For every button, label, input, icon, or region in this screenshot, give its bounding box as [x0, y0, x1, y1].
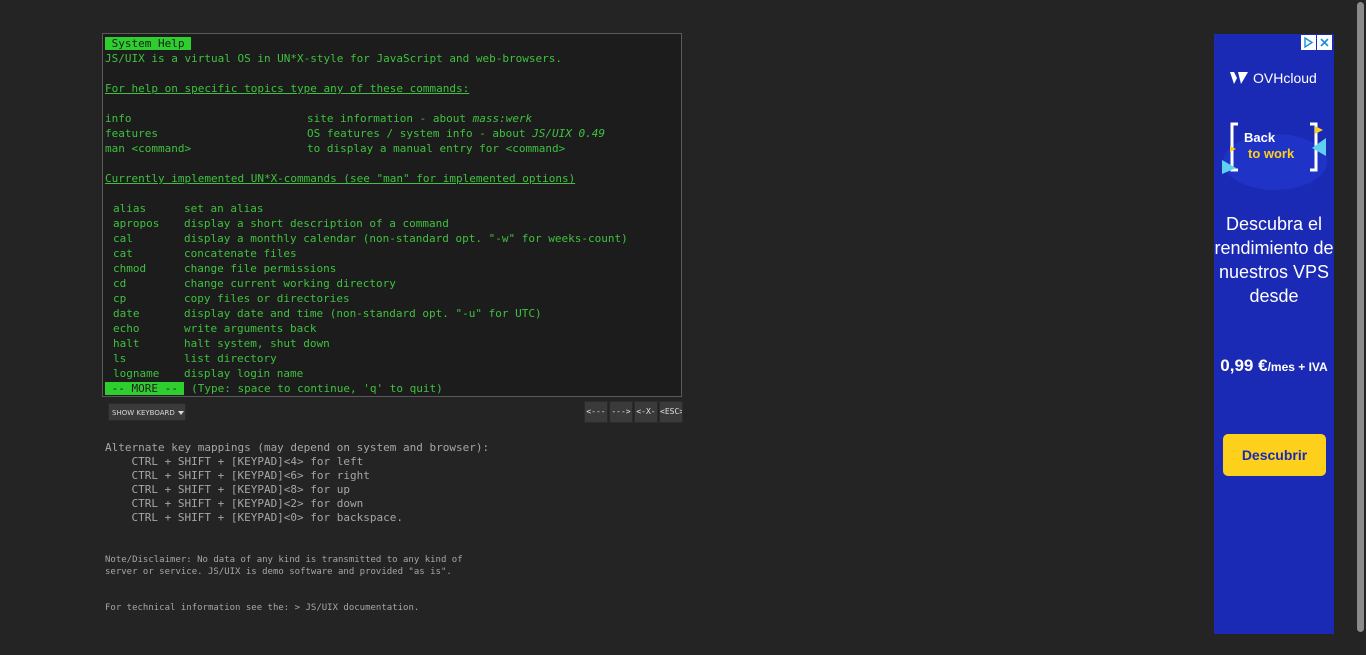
- page-scrollbar[interactable]: [1356, 0, 1366, 655]
- command-name: cd: [113, 277, 127, 290]
- command-name: date: [113, 307, 140, 320]
- documentation-link[interactable]: > JS/UIX documentation.: [295, 603, 420, 613]
- topic-command: man <command>: [105, 142, 192, 155]
- key-escape-button[interactable]: <ESC>: [659, 401, 683, 423]
- command-name: alias: [113, 202, 147, 215]
- more-hint: (Type: space to continue, 'q' to quit): [184, 382, 443, 395]
- ovh-logo-icon: [1230, 72, 1248, 84]
- ad-controls: [1301, 35, 1332, 50]
- command-name: ls: [113, 352, 127, 365]
- command-row: halt halt system, shut down: [105, 336, 679, 351]
- command-description: copy files or directories: [184, 292, 350, 305]
- command-row: echo write arguments back: [105, 321, 679, 336]
- adchoices-icon[interactable]: [1301, 35, 1316, 50]
- chevron-down-icon: [177, 411, 184, 415]
- topic-emphasis: JS/UIX 0.49: [532, 127, 606, 140]
- command-description: halt system, shut down: [184, 337, 330, 350]
- topic-row: man <command> to display a manual entry f…: [105, 141, 679, 156]
- disclaimer-text: Note/Disclaimer: No data of any kind is …: [105, 555, 463, 577]
- command-description: change file permissions: [184, 262, 337, 275]
- command-row: date display date and time (non-standard …: [105, 306, 679, 321]
- terminal-title: System Help: [105, 37, 192, 50]
- command-name: cat: [113, 247, 133, 260]
- command-row: logname display login name: [105, 366, 679, 381]
- topic-command: features: [105, 127, 158, 140]
- terminal-screen[interactable]: System Help JS/UIX is a virtual OS in UN…: [102, 33, 682, 397]
- scrollbar-thumb[interactable]: [1357, 2, 1364, 632]
- ad-brand-logo: OVHcloud: [1229, 70, 1317, 86]
- ad-visual: Back to work: [1220, 112, 1328, 192]
- ad-price: 0,99 €/mes + IVA: [1214, 356, 1334, 376]
- ad-brand-name: OVHcloud: [1253, 70, 1317, 86]
- terminal-intro: JS/UIX is a virtual OS in UN*X-style for…: [105, 52, 562, 65]
- commands-heading: Currently implemented UN*X-commands (see…: [105, 172, 576, 185]
- tech-info: For technical information see the: > JS/…: [105, 602, 419, 614]
- key-left-button[interactable]: <---: [584, 401, 608, 423]
- topic-description: to display a manual entry for <command>: [307, 142, 566, 155]
- command-description: concatenate files: [184, 247, 297, 260]
- topic-description: site information - about: [307, 112, 473, 125]
- more-prompt: -- MORE --: [105, 382, 185, 395]
- help-heading: For help on specific topics type any of …: [105, 82, 470, 95]
- command-description: display date and time (non-standard opt.…: [184, 307, 542, 320]
- command-row: cal display a monthly calendar (non-stand…: [105, 231, 679, 246]
- command-name: halt: [113, 337, 140, 350]
- topics-list: info site information - about mass:werk fe…: [105, 111, 679, 156]
- command-name: echo: [113, 322, 140, 335]
- tech-info-prefix: For technical information see the:: [105, 603, 295, 613]
- command-description: write arguments back: [184, 322, 317, 335]
- command-name: cal: [113, 232, 133, 245]
- command-description: list directory: [184, 352, 277, 365]
- command-description: display login name: [184, 367, 304, 380]
- ad-price-value: 0,99 €: [1220, 356, 1268, 375]
- ad-headline: Descubra el rendimiento de nuestros VPS …: [1214, 214, 1334, 306]
- key-mappings-text: Alternate key mappings (may depend on sy…: [105, 441, 490, 524]
- ad-visual-line1: Back: [1244, 130, 1276, 145]
- command-name: apropos: [113, 217, 160, 230]
- command-description: change current working directory: [184, 277, 396, 290]
- command-row: alias set an alias: [105, 201, 679, 216]
- show-keyboard-label: SHOW KEYBOARD: [112, 409, 175, 417]
- command-row: cp copy files or directories: [105, 291, 679, 306]
- show-keyboard-button[interactable]: SHOW KEYBOARD: [108, 403, 186, 421]
- close-icon[interactable]: [1317, 35, 1332, 50]
- advertisement-banner[interactable]: OVHcloud Back to work Descubra el rendim…: [1214, 34, 1334, 634]
- command-row: chmod change file permissions: [105, 261, 679, 276]
- ad-illustration-icon: Back to work: [1222, 122, 1327, 190]
- commands-list: alias set an alias apropos display a short …: [105, 201, 679, 381]
- topic-emphasis: mass:werk: [472, 112, 533, 125]
- ad-visual-line2: to work: [1248, 146, 1295, 161]
- topic-description: OS features / system info - about: [307, 127, 533, 140]
- topic-row: info site information - about mass:werk: [105, 111, 679, 126]
- ad-cta-button[interactable]: Descubrir: [1223, 434, 1326, 476]
- command-row: ls list directory: [105, 351, 679, 366]
- key-backspace-button[interactable]: <-X-: [634, 401, 658, 423]
- command-name: logname: [113, 367, 160, 380]
- key-right-button[interactable]: --->: [609, 401, 633, 423]
- command-name: cp: [113, 292, 127, 305]
- command-row: cd change current working directory: [105, 276, 679, 291]
- topic-command: info: [105, 112, 132, 125]
- command-description: display a short description of a command: [184, 217, 449, 230]
- command-row: cat concatenate files: [105, 246, 679, 261]
- ad-price-suffix: /mes + IVA: [1267, 360, 1328, 374]
- command-name: chmod: [113, 262, 147, 275]
- topic-row: features OS features / system info - abou…: [105, 126, 679, 141]
- command-description: display a monthly calendar (non-standard…: [184, 232, 628, 245]
- command-row: apropos display a short description of a …: [105, 216, 679, 231]
- command-description: set an alias: [184, 202, 264, 215]
